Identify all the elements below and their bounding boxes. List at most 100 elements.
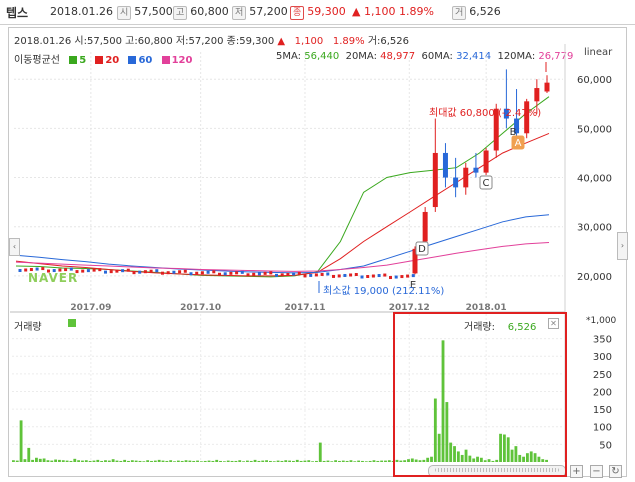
volume-bar bbox=[245, 460, 249, 462]
candle-body bbox=[229, 271, 233, 275]
volume-bar bbox=[234, 460, 238, 462]
candle-body bbox=[534, 88, 540, 102]
candle-body bbox=[252, 272, 256, 276]
candle-body bbox=[366, 274, 370, 278]
volume-bar bbox=[311, 461, 315, 462]
volume-bar bbox=[349, 460, 353, 462]
candle-body bbox=[109, 270, 113, 274]
candle-body bbox=[297, 271, 301, 275]
candle-body bbox=[161, 271, 164, 275]
candle-body bbox=[544, 82, 550, 92]
volume-bar bbox=[249, 460, 253, 462]
marker-label: B bbox=[510, 127, 517, 138]
volume-bar bbox=[161, 460, 165, 462]
volume-bar bbox=[326, 460, 330, 462]
candle-body bbox=[206, 270, 210, 274]
volume-bar bbox=[338, 460, 341, 462]
ma-lines bbox=[15, 96, 550, 278]
candle-body bbox=[422, 211, 428, 242]
volume-bar bbox=[230, 460, 234, 462]
volume-bar bbox=[58, 459, 61, 462]
volume-bar bbox=[173, 461, 176, 462]
volume-bar bbox=[238, 460, 242, 462]
volume-bar bbox=[368, 460, 372, 462]
volume-bar bbox=[192, 460, 196, 462]
highlight-box bbox=[393, 312, 567, 477]
candle-body bbox=[18, 268, 22, 272]
volume-bar bbox=[115, 460, 119, 462]
candle-body bbox=[389, 276, 392, 280]
volume-bar bbox=[276, 460, 280, 462]
volume-bar bbox=[299, 460, 303, 462]
volume-bar bbox=[188, 460, 192, 462]
candle-body bbox=[314, 273, 318, 277]
volume-bar bbox=[307, 460, 311, 462]
volume-unit: *1,000 bbox=[586, 316, 617, 326]
volume-bar bbox=[123, 459, 127, 462]
volume-bar bbox=[288, 460, 292, 462]
price-y-tick: 20,000 bbox=[577, 272, 612, 283]
naver-watermark: NAVER bbox=[28, 271, 79, 285]
volume-bar bbox=[38, 458, 42, 462]
candle-body bbox=[309, 273, 313, 277]
candle-body bbox=[223, 272, 227, 276]
volume-bar bbox=[380, 460, 384, 462]
volume-bar bbox=[272, 461, 276, 462]
chart-left-handle[interactable]: ‹ bbox=[9, 238, 20, 256]
volume-bar bbox=[257, 460, 261, 462]
volume-bar bbox=[42, 458, 46, 462]
ma-line-120 bbox=[15, 242, 550, 272]
candle-body bbox=[406, 274, 410, 278]
volume-bar bbox=[196, 460, 199, 462]
candle-body bbox=[269, 271, 273, 275]
min-annotation: 최소값 19,000 (212.11%) bbox=[323, 285, 444, 297]
volume-bar bbox=[292, 460, 295, 462]
reset-button[interactable]: ↻ bbox=[609, 465, 622, 478]
candle-body bbox=[320, 272, 324, 276]
volume-bar bbox=[81, 460, 84, 462]
candle-body bbox=[442, 152, 448, 178]
candle-body bbox=[354, 273, 358, 277]
candle-body bbox=[349, 273, 353, 277]
ma-line-5 bbox=[15, 96, 550, 278]
volume-bar bbox=[303, 460, 307, 462]
price-y-tick: 50,000 bbox=[577, 124, 612, 135]
zoom-out-button[interactable]: − bbox=[590, 465, 603, 478]
candle-body bbox=[189, 272, 193, 276]
candle-body bbox=[178, 270, 182, 274]
volume-y-tick: 200 bbox=[593, 387, 612, 398]
volume-bar bbox=[261, 460, 265, 462]
volume-bar bbox=[127, 460, 130, 462]
volume-y-ticks: 50 100 150 200 250 300 350 bbox=[593, 335, 612, 452]
volume-bar bbox=[211, 460, 215, 462]
volume-bar bbox=[23, 459, 27, 462]
volume-bar bbox=[73, 458, 77, 462]
candle-body bbox=[411, 274, 415, 278]
candle-body bbox=[41, 267, 45, 271]
price-y-tick: 60,000 bbox=[577, 75, 612, 86]
candle-body bbox=[155, 269, 159, 273]
volume-bar bbox=[222, 461, 226, 462]
volume-bar bbox=[31, 459, 35, 462]
candle-body bbox=[218, 272, 221, 276]
candle-body bbox=[473, 167, 479, 173]
volume-y-tick: 350 bbox=[593, 335, 612, 346]
candle-body bbox=[332, 274, 335, 278]
volume-bar bbox=[384, 460, 387, 462]
max-annotation: 최대값 60,800 (-2.47%) bbox=[429, 107, 541, 119]
candle-body bbox=[240, 270, 244, 274]
volume-bar bbox=[387, 460, 391, 462]
volume-bar bbox=[104, 460, 107, 462]
candle-body bbox=[143, 270, 147, 274]
volume-y-tick: 250 bbox=[593, 370, 612, 381]
candle-body bbox=[280, 273, 284, 277]
candle-body bbox=[483, 150, 489, 173]
volume-bar bbox=[345, 460, 349, 462]
candle-body bbox=[286, 272, 290, 276]
candle-body bbox=[246, 273, 250, 277]
volume-bar bbox=[295, 459, 299, 462]
zoom-in-button[interactable]: + bbox=[570, 465, 583, 478]
chart-right-handle[interactable]: › bbox=[617, 232, 628, 260]
candle-body bbox=[115, 269, 119, 273]
volume-bar bbox=[364, 461, 368, 462]
